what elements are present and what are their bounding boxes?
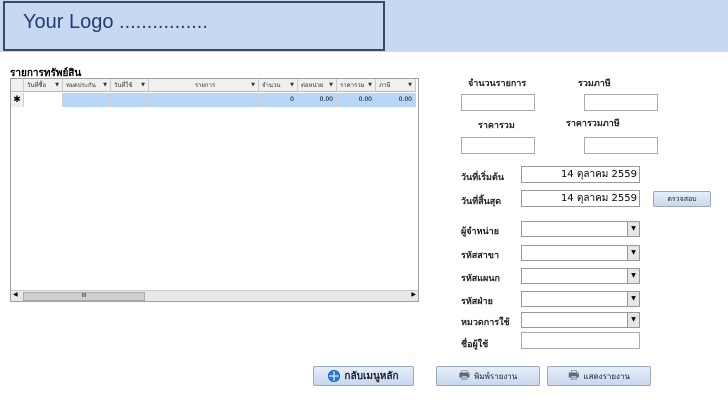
table-cell[interactable] [149, 93, 259, 107]
table-cell[interactable]: 0.00 [337, 93, 376, 107]
user-label: ชื่อผู้ใช้ [461, 340, 489, 350]
printer-icon: 🖶 [458, 367, 471, 382]
chevron-down-icon[interactable]: ▼ [408, 79, 412, 91]
tax-total-label: รวมภาษี [578, 79, 611, 89]
column-header[interactable]: วันที่ใช้ ▼ [111, 79, 149, 92]
show-report-button[interactable]: 🖶 แสดงรายงาน [547, 366, 651, 386]
tax-total-field[interactable] [584, 94, 658, 111]
asset-grid[interactable]: วันที่ซื้อ ▼ หมดประกัน ▼ วันที่ใช้ ▼ รายการ… [10, 78, 419, 302]
column-label: จำนวน [262, 82, 281, 89]
main-menu-label: กลับเมนูหลัก [344, 370, 399, 382]
chevron-down-icon[interactable]: ▼ [627, 269, 639, 283]
count-field[interactable] [461, 94, 535, 111]
chevron-down-icon[interactable]: ▼ [290, 79, 294, 91]
chevron-down-icon[interactable]: ▼ [627, 313, 639, 327]
chevron-down-icon[interactable]: ▼ [251, 79, 255, 91]
user-field[interactable] [521, 332, 640, 349]
chevron-down-icon[interactable]: ▼ [55, 79, 59, 91]
table-cell[interactable] [63, 93, 111, 107]
branch-label: รหัสสาขา [461, 251, 500, 261]
branch-select[interactable]: ▼ [521, 245, 640, 261]
price-total-field[interactable] [461, 137, 535, 154]
show-report-label: แสดงรายงาน [583, 371, 630, 381]
vendor-select[interactable]: ▼ [521, 221, 640, 237]
table-cell[interactable] [111, 93, 149, 107]
price-tax-field[interactable] [584, 137, 658, 154]
chevron-down-icon[interactable]: ▼ [627, 222, 639, 236]
column-header[interactable]: วันที่ซื้อ ▼ [24, 79, 63, 92]
column-label: ต่อหน่วย [301, 82, 324, 89]
table-cell[interactable]: 0.00 [298, 93, 337, 107]
column-label: ภาษี [379, 82, 391, 89]
column-header[interactable]: ต่อหน่วย ▼ [298, 79, 337, 92]
column-header[interactable]: ภาษี ▼ [376, 79, 416, 92]
logo-text: Your Logo ................ [23, 11, 208, 33]
end-date-field[interactable]: 14 ตุลาคม 2559 [521, 190, 640, 207]
price-tax-label: ราคารวมภาษี [566, 119, 620, 129]
scroll-right-icon[interactable]: ▶ [411, 291, 416, 298]
category-select[interactable]: ▼ [521, 312, 640, 328]
column-label: วันที่ซื้อ [27, 82, 47, 89]
horizontal-scrollbar[interactable]: ◀ III ▶ [11, 290, 418, 301]
check-button-label: ตรวจสอบ [667, 194, 697, 203]
print-report-label: พิมพ์รายงาน [474, 371, 518, 381]
column-label: หมดประกัน [66, 82, 96, 89]
end-date-label: วันที่สิ้นสุด [461, 197, 502, 207]
count-label: จำนวนรายการ [468, 79, 527, 89]
table-cell[interactable]: 0 [259, 93, 298, 107]
chevron-down-icon[interactable]: ▼ [627, 292, 639, 306]
new-row-marker[interactable]: ✱ [11, 93, 24, 107]
column-label: ราคารวม [340, 82, 365, 89]
printer-icon: 🖶 [568, 367, 580, 382]
print-report-button[interactable]: 🖶 พิมพ์รายงาน [436, 366, 540, 386]
grid-globe-icon [328, 370, 341, 382]
start-date-field[interactable]: 14 ตุลาคม 2559 [521, 166, 640, 183]
column-header[interactable]: ราคารวม ▼ [337, 79, 376, 92]
logo: Your Logo ................ [3, 1, 385, 51]
dept-label: รหัสแผนก [461, 274, 500, 284]
scroll-left-icon[interactable]: ◀ [13, 291, 18, 298]
category-label: หมวดการใช้ [461, 318, 510, 328]
price-total-label: ราคารวม [478, 121, 515, 131]
division-select[interactable]: ▼ [521, 291, 640, 307]
chevron-down-icon[interactable]: ▼ [329, 79, 333, 91]
vendor-label: ผู้จำหน่าย [461, 227, 500, 237]
column-label: รายการ [194, 82, 216, 89]
chevron-down-icon[interactable]: ▼ [627, 246, 639, 260]
column-header[interactable]: หมดประกัน ▼ [63, 79, 111, 92]
table-cell[interactable]: 0.00 [376, 93, 416, 107]
column-label: วันที่ใช้ [114, 82, 133, 89]
select-all-corner[interactable] [11, 79, 24, 92]
scroll-thumb[interactable]: III [23, 292, 145, 301]
chevron-down-icon[interactable]: ▼ [103, 79, 107, 91]
chevron-down-icon[interactable]: ▼ [141, 79, 145, 91]
column-header[interactable]: รายการ ▼ [149, 79, 259, 92]
division-label: รหัสฝ่าย [461, 297, 493, 307]
start-date-label: วันที่เริ่มต้น [461, 173, 504, 183]
main-menu-button[interactable]: กลับเมนูหลัก [313, 366, 414, 386]
column-header[interactable]: จำนวน ▼ [259, 79, 298, 92]
check-button[interactable]: ตรวจสอบ [653, 191, 711, 207]
dept-select[interactable]: ▼ [521, 268, 640, 284]
table-cell[interactable] [24, 93, 63, 107]
chevron-down-icon[interactable]: ▼ [368, 79, 372, 91]
